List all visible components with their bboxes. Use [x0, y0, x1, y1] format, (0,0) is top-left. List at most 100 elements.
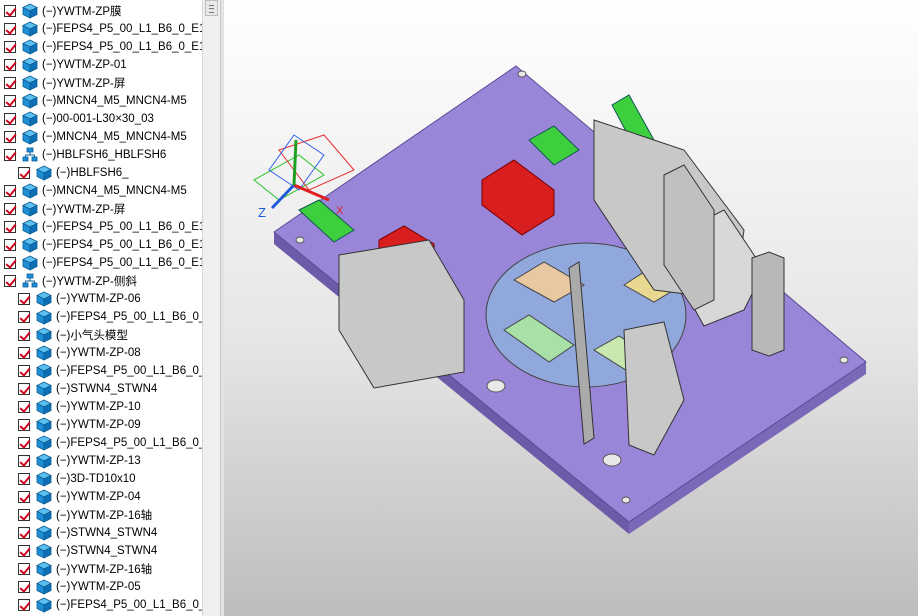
part-icon — [36, 399, 52, 415]
tree-item[interactable]: (−)FEPS4_P5_00_L1_B6_0_E1_0_ — [0, 20, 202, 38]
tree-item[interactable]: (−)FEPS4_P5_00_L1_B6_0_E1_0_ — [0, 236, 202, 254]
vertical-post — [751, 251, 785, 357]
visibility-checkbox[interactable] — [4, 23, 16, 35]
part-icon — [22, 255, 38, 271]
tree-item[interactable]: (−)YWTM-ZP-屏 — [0, 74, 202, 92]
tree-item-label: (−)STWN4_STWN4 — [56, 527, 158, 539]
tree-item-label: (−)YWTM-ZP-侧斜 — [42, 276, 137, 288]
tree-item[interactable]: (−)MNCN4_M5_MNCN4-M5 — [0, 128, 202, 146]
visibility-checkbox[interactable] — [4, 113, 16, 125]
visibility-checkbox[interactable] — [18, 311, 30, 323]
scroll-thumb[interactable] — [205, 0, 218, 16]
plate-hole — [621, 496, 631, 504]
tree-item[interactable]: (−)STWN4_STWN4 — [0, 380, 202, 398]
visibility-checkbox[interactable] — [4, 77, 16, 89]
tree-item-label: (−)MNCN4_M5_MNCN4-M5 — [42, 185, 187, 197]
visibility-checkbox[interactable] — [18, 437, 30, 449]
tree-item[interactable]: (−)YWTM-ZP-13 — [0, 452, 202, 470]
tree-item[interactable]: (−)YWTM-ZP-16轴 — [0, 560, 202, 578]
visibility-checkbox[interactable] — [18, 509, 30, 521]
visibility-checkbox[interactable] — [18, 527, 30, 539]
tree-item[interactable]: (−)YWTM-ZP-05 — [0, 578, 202, 596]
3d-viewport[interactable]: Z X — [224, 0, 918, 616]
tree-item[interactable]: (−)YWTM-ZP-屏 — [0, 200, 202, 218]
visibility-checkbox[interactable] — [18, 419, 30, 431]
visibility-checkbox[interactable] — [18, 293, 30, 305]
visibility-checkbox[interactable] — [18, 563, 30, 575]
tree-item-label: (−)MNCN4_M5_MNCN4-M5 — [42, 95, 187, 107]
tree-item[interactable]: (−)YWTM-ZP膜 — [0, 2, 202, 20]
visibility-checkbox[interactable] — [18, 365, 30, 377]
visibility-checkbox[interactable] — [18, 329, 30, 341]
visibility-checkbox[interactable] — [18, 491, 30, 503]
tree-item[interactable]: (−)MNCN4_M5_MNCN4-M5 — [0, 92, 202, 110]
visibility-checkbox[interactable] — [18, 545, 30, 557]
visibility-checkbox[interactable] — [4, 185, 16, 197]
visibility-checkbox[interactable] — [4, 239, 16, 251]
tree-item-label: (−)HBLFSH6_HBLFSH6 — [42, 149, 167, 161]
visibility-checkbox[interactable] — [4, 131, 16, 143]
tree-item[interactable]: (−)3D-TD10x10 — [0, 470, 202, 488]
tree-item[interactable]: (−)MNCN4_M5_MNCN4-M5 — [0, 182, 202, 200]
visibility-checkbox[interactable] — [4, 95, 16, 107]
visibility-checkbox[interactable] — [18, 473, 30, 485]
tree-item[interactable]: (−)FEPS4_P5_00_L1_B6_0_E1 — [0, 596, 202, 614]
plate-hole — [517, 70, 527, 78]
tree-item[interactable]: (−)YWTM-ZP-09 — [0, 416, 202, 434]
tree-item[interactable]: (−)YWTM-ZP-04 — [0, 488, 202, 506]
tree-item-label: (−)FEPS4_P5_00_L1_B6_0_E1_0_ — [42, 221, 202, 233]
tree-item[interactable]: (−)HBLFSH6_ — [0, 164, 202, 182]
tree-item[interactable]: (−)YWTM-ZP-08 — [0, 344, 202, 362]
tree-item-label: (−)YWTM-ZP-16轴 — [56, 510, 153, 522]
tree-item[interactable]: (−)FEPS4_P5_00_L1_B6_0_E1_0_ — [0, 38, 202, 56]
visibility-checkbox[interactable] — [4, 59, 16, 71]
tree-item[interactable]: (−)FEPS4_P5_00_L1_B6_0_E1 — [0, 308, 202, 326]
visibility-checkbox[interactable] — [18, 581, 30, 593]
visibility-checkbox[interactable] — [18, 401, 30, 413]
tree-item[interactable]: (−)FEPS4_P5_00_L1_B6_0_E1_0_ — [0, 218, 202, 236]
tree-item[interactable]: (−)YWTM-ZP-01 — [0, 56, 202, 74]
axis-label-z: Z — [258, 205, 266, 220]
tree-item[interactable]: (−)FEPS4_P5_00_L1_B6_0_E1 — [0, 434, 202, 452]
visibility-checkbox[interactable] — [4, 257, 16, 269]
visibility-checkbox[interactable] — [4, 41, 16, 53]
part-icon — [36, 453, 52, 469]
part-icon — [36, 489, 52, 505]
tree-item[interactable]: (−)STWN4_STWN4 — [0, 524, 202, 542]
part-icon — [22, 237, 38, 253]
tree-scrollbar[interactable] — [202, 0, 220, 616]
part-icon — [36, 579, 52, 595]
tree-item-label: (−)STWN4_STWN4 — [56, 545, 158, 557]
visibility-checkbox[interactable] — [4, 149, 16, 161]
tree-item[interactable]: (−)00-001-L30×30_03 — [0, 110, 202, 128]
tree-item[interactable]: (−)小气头模型 — [0, 326, 202, 344]
visibility-checkbox[interactable] — [18, 347, 30, 359]
visibility-checkbox[interactable] — [18, 599, 30, 611]
visibility-checkbox[interactable] — [18, 383, 30, 395]
tree-item-label: (−)小气头模型 — [56, 330, 128, 342]
tree-item[interactable]: (−)HBLFSH6_HBLFSH6 — [0, 146, 202, 164]
tree-item[interactable]: (−)YWTM-ZP-06 — [0, 290, 202, 308]
part-icon — [36, 363, 52, 379]
visibility-checkbox[interactable] — [18, 167, 30, 179]
visibility-checkbox[interactable] — [4, 203, 16, 215]
tree-item-label: (−)FEPS4_P5_00_L1_B6_0_E1_0_ — [42, 41, 202, 53]
tree-item[interactable]: (−)YWTM-ZP-10 — [0, 398, 202, 416]
tree-item[interactable]: (−)FEPS4_P5_00_L1_B6_0_E1 — [0, 362, 202, 380]
tree-item[interactable]: (−)YWTM-ZP-16轴 — [0, 506, 202, 524]
tree-item-label: (−)YWTM-ZP-05 — [56, 581, 141, 593]
tree-item[interactable]: (−)FEPS4_P5_00_L1_B6_0_E1_0_ — [0, 254, 202, 272]
plate-hole — [486, 379, 506, 393]
part-icon — [36, 543, 52, 559]
tree-item[interactable]: (−)STWN4_STWN4 — [0, 542, 202, 560]
part-icon — [36, 291, 52, 307]
visibility-checkbox[interactable] — [4, 221, 16, 233]
part-icon — [36, 417, 52, 433]
tree-item[interactable]: (−)YWTM-ZP-侧斜 — [0, 272, 202, 290]
part-icon — [36, 507, 52, 523]
visibility-checkbox[interactable] — [4, 5, 16, 17]
tree-item-label: (−)YWTM-ZP-13 — [56, 455, 141, 467]
visibility-checkbox[interactable] — [4, 275, 16, 287]
visibility-checkbox[interactable] — [18, 455, 30, 467]
part-icon — [36, 561, 52, 577]
